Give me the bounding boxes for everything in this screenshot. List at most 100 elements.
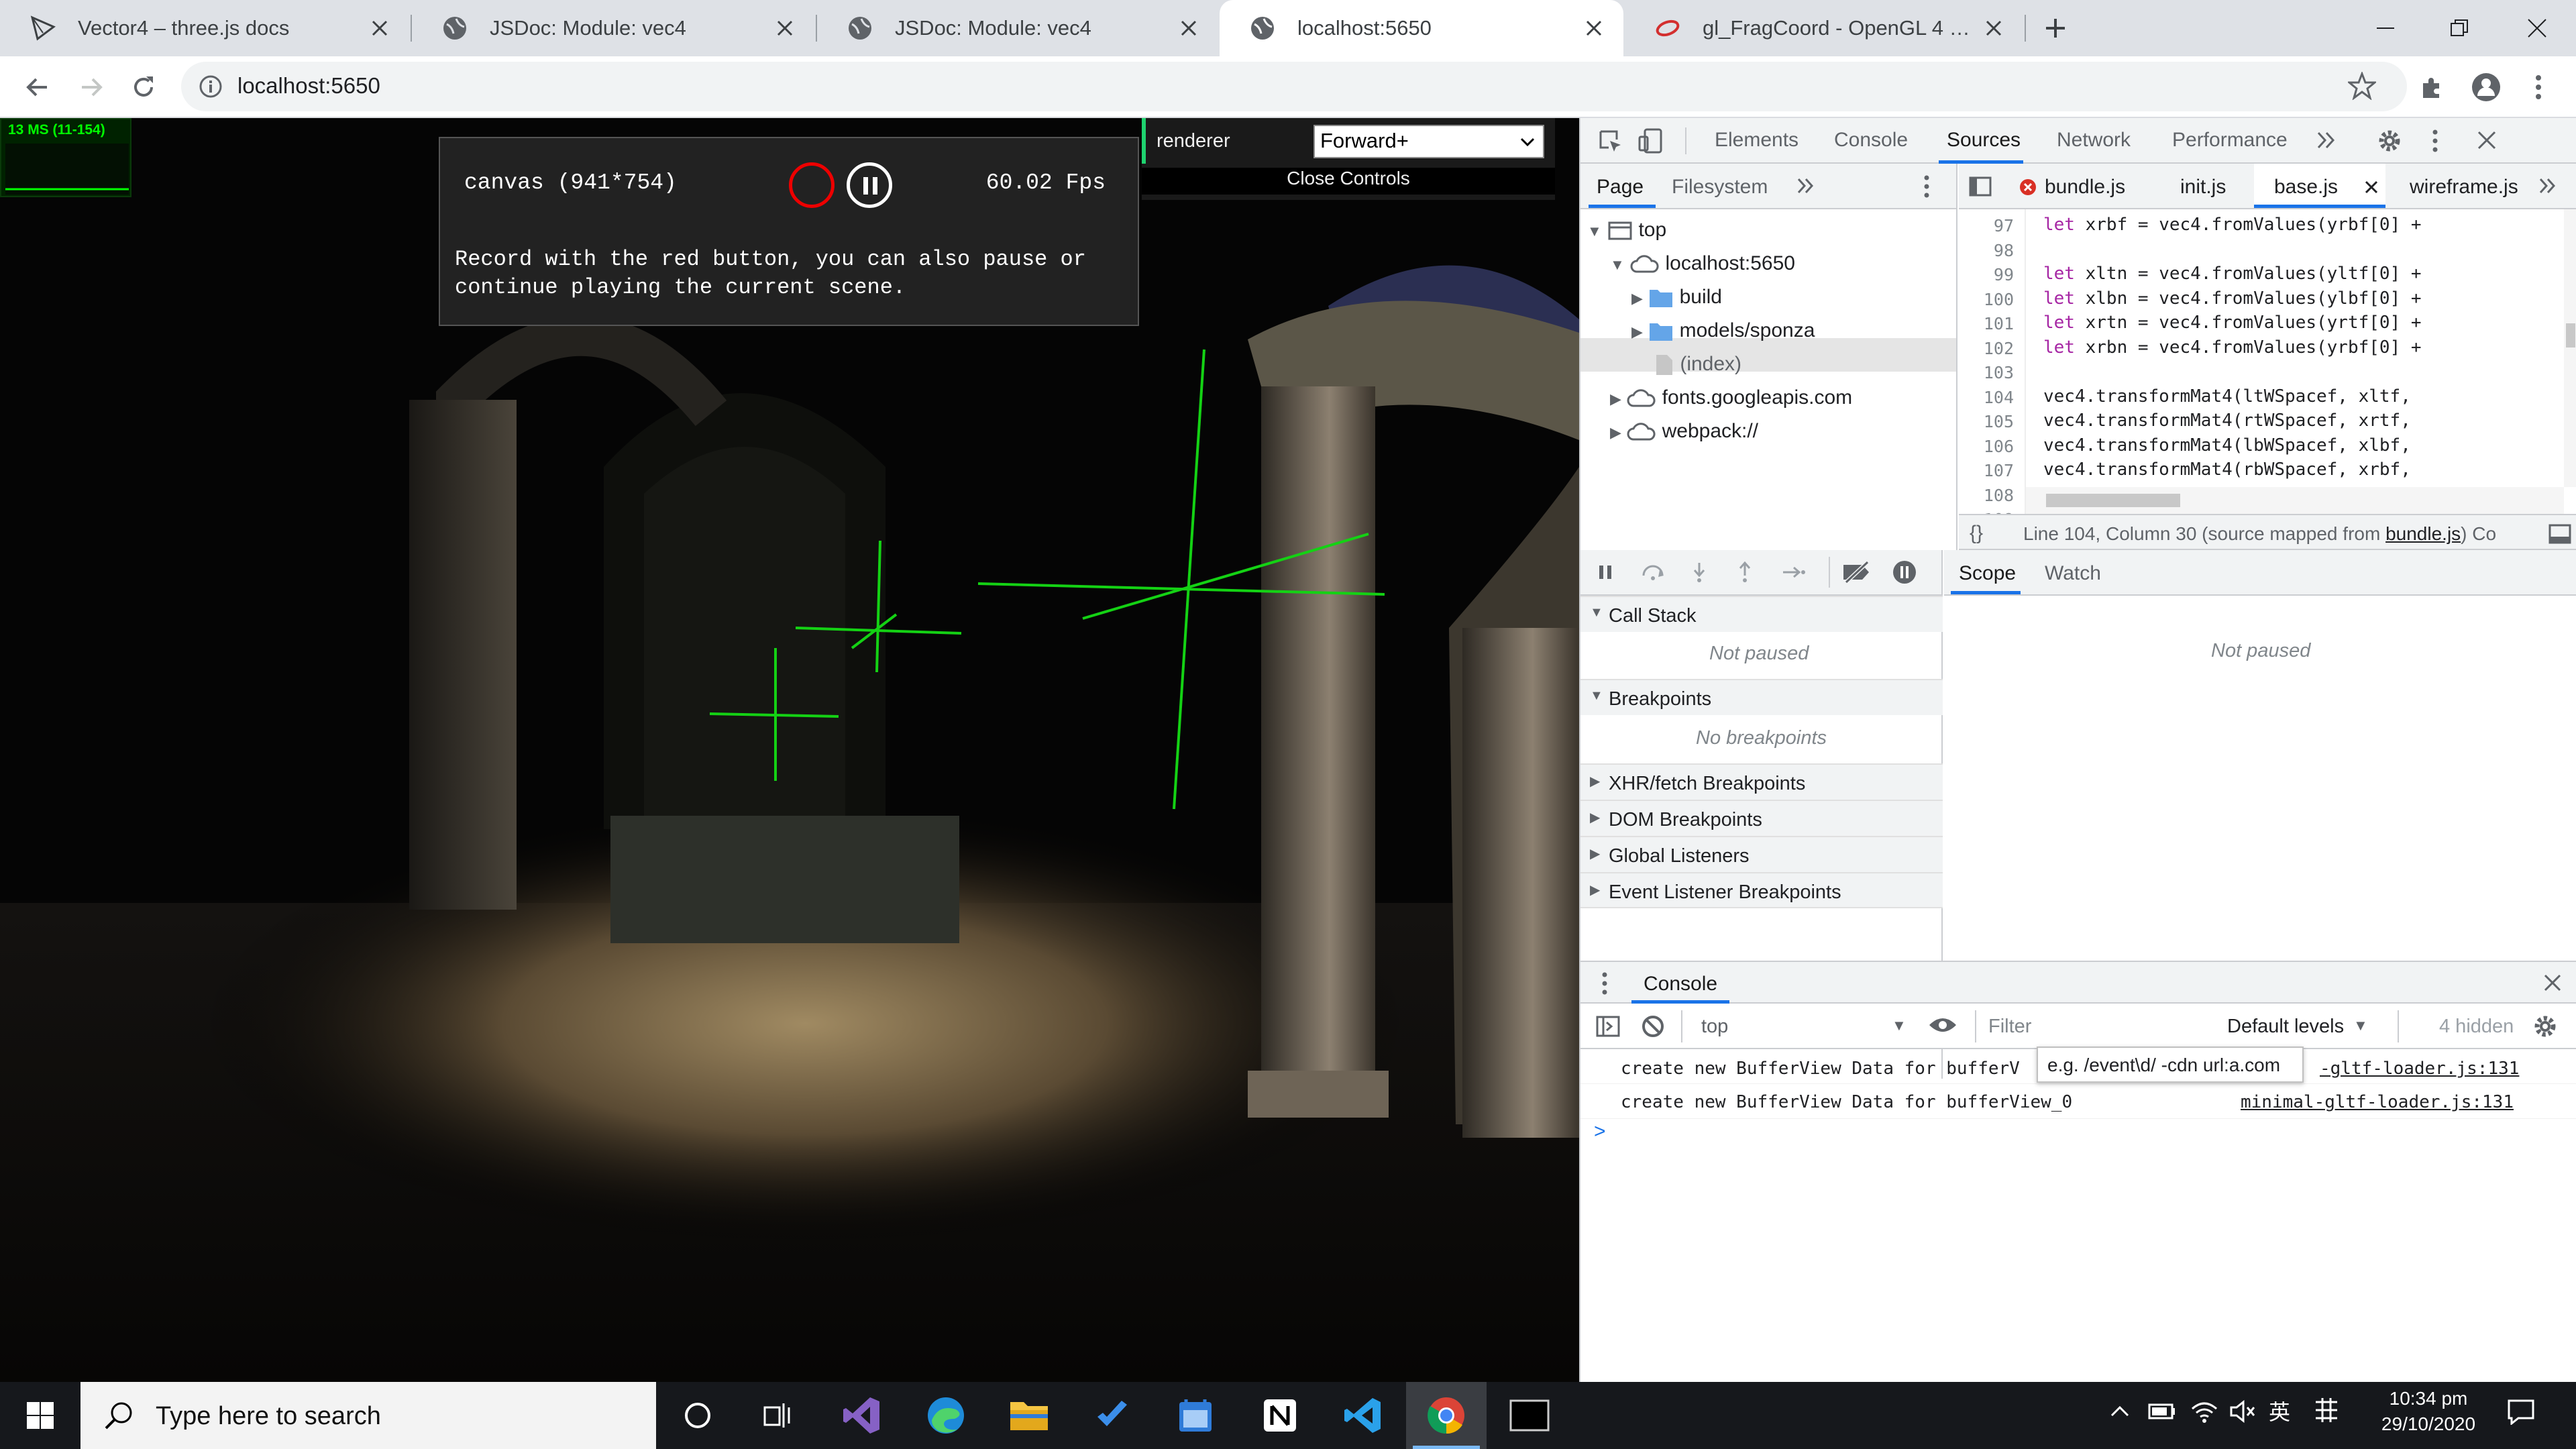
tree-item-localhost[interactable]: ▼ localhost:5650 — [1610, 252, 1795, 275]
nav-tab-page[interactable]: Page — [1597, 176, 1644, 199]
file-tab-init[interactable]: init.js — [2180, 176, 2226, 199]
console-prompt[interactable]: > — [1594, 1120, 1606, 1143]
tree-item-top[interactable]: ▼ top — [1587, 219, 1666, 241]
drawer-kebab-icon[interactable] — [1601, 970, 1609, 997]
tab-performance[interactable]: Performance — [2172, 129, 2288, 152]
tab-console[interactable]: Console — [1834, 129, 1908, 152]
live-expression-eye-icon[interactable] — [1928, 1013, 1957, 1037]
taskbar-search-box[interactable]: Type here to search — [80, 1382, 656, 1449]
extensions-icon[interactable] — [2411, 67, 2451, 107]
settings-gear-icon[interactable] — [2376, 127, 2403, 154]
tab-jsdoc-vec4-1[interactable]: JSDoc: Module: vec4 — [412, 0, 814, 56]
taskbar-file-explorer[interactable] — [989, 1382, 1069, 1449]
deactivate-breakpoints-icon[interactable] — [1841, 561, 1873, 584]
close-icon[interactable] — [1980, 15, 2007, 42]
forward-button[interactable] — [71, 67, 111, 107]
input-language[interactable]: 英 — [2269, 1395, 2290, 1426]
close-icon[interactable] — [366, 15, 393, 42]
taskbar-visual-studio[interactable] — [821, 1382, 902, 1449]
tray-overflow-chevron-icon[interactable] — [2108, 1399, 2132, 1424]
wifi-icon[interactable] — [2190, 1398, 2219, 1425]
address-bar[interactable]: localhost:5650 — [181, 62, 2407, 111]
more-tabs-chevron-icon[interactable] — [2314, 129, 2337, 152]
breakpoints-header[interactable]: ▼ Breakpoints — [1580, 679, 1943, 715]
info-icon[interactable] — [197, 73, 224, 100]
taskbar-vscode[interactable] — [1323, 1382, 1403, 1449]
menu-kebab-icon[interactable] — [2518, 67, 2559, 107]
clear-console-icon[interactable] — [1641, 1014, 1665, 1038]
message-source-link[interactable]: minimal-gltf-loader.js:131 — [2241, 1092, 2514, 1112]
source-map-link[interactable]: bundle.js — [2385, 523, 2461, 544]
console-settings-gear-icon[interactable] — [2532, 1013, 2559, 1040]
tab-gl-fragcoord[interactable]: gl_FragCoord - OpenGL 4 Refere — [1625, 0, 2023, 56]
tree-item-fonts-googleapis[interactable]: ▶ fonts.googleapis.com — [1610, 386, 1852, 409]
pretty-print-icon[interactable]: {} — [1970, 522, 1983, 545]
log-levels-select[interactable]: Default levels ▼ — [2220, 1009, 2381, 1044]
step-out-icon[interactable] — [1735, 561, 1755, 584]
tab-jsdoc-vec4-2[interactable]: JSDoc: Module: vec4 — [817, 0, 1218, 56]
battery-icon[interactable] — [2147, 1398, 2178, 1425]
dom-breakpoints-header[interactable]: ▶ DOM Breakpoints — [1580, 800, 1943, 836]
tree-item-webpack[interactable]: ▶ webpack:// — [1610, 420, 1758, 443]
close-icon[interactable] — [1580, 15, 1607, 42]
step-icon[interactable] — [1780, 562, 1807, 582]
customize-kebab-icon[interactable] — [2431, 127, 2439, 154]
ime-mode-icon[interactable] — [2313, 1397, 2340, 1424]
event-listener-breakpoints-header[interactable]: ▶ Event Listener Breakpoints — [1580, 872, 1943, 908]
close-icon[interactable] — [1175, 15, 1202, 42]
call-stack-header[interactable]: ▼ Call Stack — [1580, 596, 1943, 632]
navigator-kebab-icon[interactable] — [1923, 173, 1931, 200]
horizontal-scrollbar[interactable] — [2026, 487, 2564, 514]
bookmark-star-icon[interactable] — [2348, 72, 2376, 100]
scroll-thumb[interactable] — [2046, 494, 2180, 507]
tree-item-models-sponza[interactable]: ▶ models/sponza — [1631, 319, 1815, 342]
taskbar-calendar[interactable] — [1155, 1382, 1236, 1449]
renderer-select[interactable]: Forward+ — [1313, 125, 1544, 158]
drawer-tab-console[interactable]: Console — [1644, 973, 1717, 996]
taskbar-todo[interactable] — [1072, 1382, 1152, 1449]
global-listeners-header[interactable]: ▶ Global Listeners — [1580, 836, 1943, 872]
cortana-button[interactable] — [657, 1382, 738, 1449]
back-button[interactable] — [17, 67, 58, 107]
toggle-debugger-icon[interactable] — [2542, 519, 2576, 549]
tab-localhost[interactable]: localhost:5650 — [1220, 0, 1623, 56]
taskbar-edge[interactable] — [906, 1382, 986, 1449]
record-button[interactable] — [789, 162, 835, 208]
step-into-icon[interactable] — [1689, 561, 1709, 584]
file-tab-wireframe[interactable]: wireframe.js — [2410, 176, 2518, 199]
vertical-scrollbar[interactable] — [2564, 209, 2576, 487]
message-source-link[interactable]: -gltf-loader.js:131 — [2320, 1059, 2519, 1079]
close-drawer-icon[interactable] — [2542, 973, 2563, 993]
profile-avatar[interactable] — [2466, 67, 2506, 107]
code-editor[interactable]: 97 let xrbf = vec4.fromValues(yrbf[0] + 98… — [1959, 209, 2576, 514]
file-tab-bundle[interactable]: bundle.js — [2045, 176, 2125, 199]
notifications-icon[interactable] — [2506, 1398, 2536, 1425]
new-tab-button[interactable] — [2035, 8, 2076, 48]
pause-script-icon[interactable] — [1595, 562, 1615, 582]
xhr-breakpoints-header[interactable]: ▶ XHR/fetch Breakpoints — [1580, 763, 1943, 800]
tab-vector4[interactable]: Vector4 – three.js docs — [0, 0, 409, 56]
tab-network[interactable]: Network — [2057, 129, 2131, 152]
pause-button[interactable] — [847, 162, 892, 208]
nav-tab-filesystem[interactable]: Filesystem — [1672, 176, 1768, 199]
device-toolbar-icon[interactable] — [1638, 127, 1664, 154]
close-icon[interactable] — [2364, 180, 2379, 195]
tab-sources[interactable]: Sources — [1947, 129, 2021, 152]
close-devtools-icon[interactable] — [2475, 129, 2498, 152]
taskbar-chrome[interactable] — [1406, 1382, 1487, 1449]
more-tabs-chevron-icon[interactable] — [2537, 176, 2557, 196]
more-tabs-chevron-icon[interactable] — [1795, 176, 1815, 196]
tab-elements[interactable]: Elements — [1715, 129, 1799, 152]
inspect-element-icon[interactable] — [1598, 129, 1623, 154]
volume-muted-icon[interactable] — [2229, 1398, 2258, 1425]
task-view-button[interactable] — [738, 1382, 818, 1449]
clock[interactable]: 10:34 pm 29/10/2020 — [2368, 1386, 2489, 1437]
start-button[interactable] — [0, 1382, 80, 1449]
step-over-icon[interactable] — [1640, 562, 1666, 582]
close-controls-button[interactable]: Close Controls — [1142, 168, 1555, 195]
file-tab-base[interactable]: base.js — [2274, 176, 2338, 199]
reload-button[interactable] — [123, 67, 164, 107]
window-close-button[interactable] — [2517, 8, 2557, 48]
tree-item-build[interactable]: ▶ build — [1631, 286, 1722, 309]
toggle-navigator-icon[interactable] — [1968, 174, 1992, 199]
